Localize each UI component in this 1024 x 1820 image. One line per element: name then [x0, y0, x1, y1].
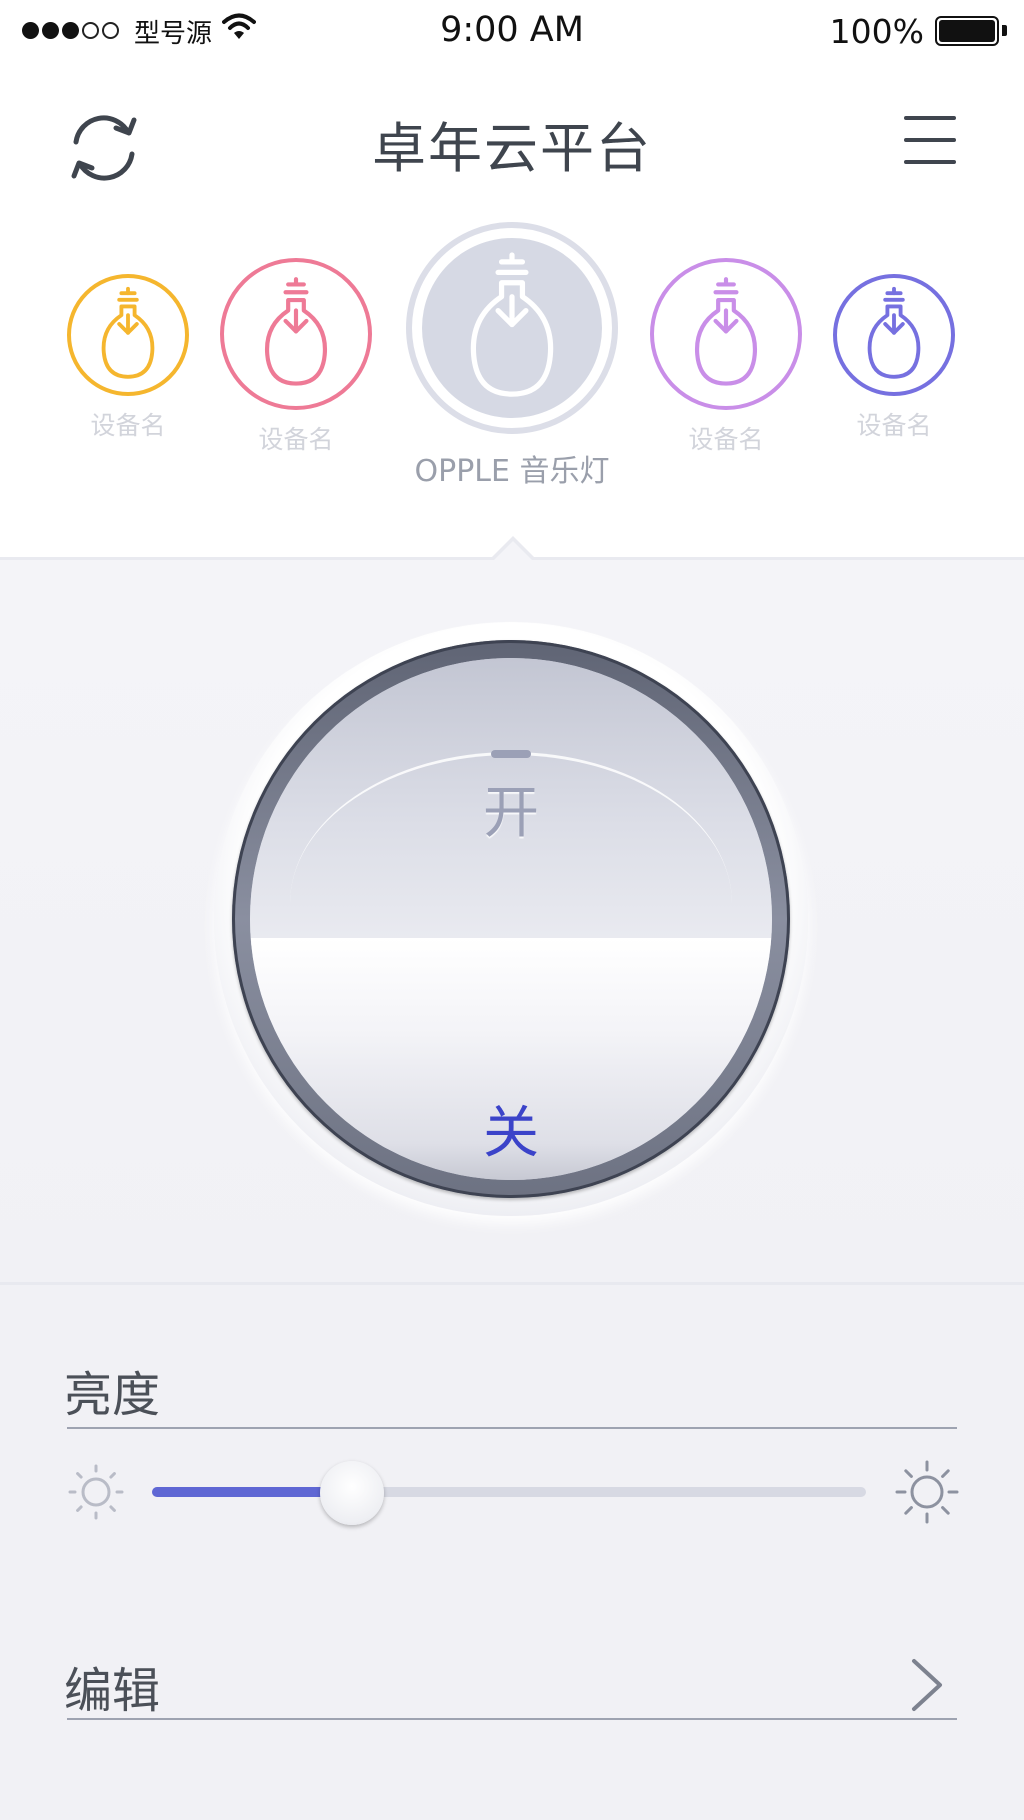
brightness-slider-thumb[interactable] — [319, 1461, 384, 1525]
battery-percentage: 100% — [829, 12, 924, 51]
device-carousel: 设备名 设备名 OPPLE 音乐灯 设备名 设备名 — [0, 212, 1024, 557]
device-ring — [406, 222, 618, 434]
on-indicator — [491, 750, 531, 758]
device-name: 设备名 — [258, 425, 334, 454]
power-on-label: 开 — [483, 781, 539, 846]
power-panel: 开 关 — [0, 557, 1024, 1282]
bulb-icon — [867, 286, 921, 379]
device-name: 设备名 — [90, 411, 166, 440]
chevron-right-icon — [912, 1659, 942, 1711]
device-name: 设备名 — [688, 425, 764, 454]
bulb-icon — [470, 252, 554, 397]
device-ring — [650, 258, 802, 410]
device-name-active: OPPLE 音乐灯 — [414, 454, 610, 489]
status-bar: 型号源 9:00 AM 100% — [0, 0, 1024, 62]
nav-bar: 卓年云平台 — [0, 62, 1024, 212]
power-switch[interactable]: 开 关 — [250, 658, 772, 1180]
bulb-icon — [101, 286, 155, 379]
device-item[interactable]: 设备名 — [67, 274, 189, 442]
bulb-icon — [264, 277, 328, 386]
page-title: 卓年云平台 — [372, 117, 652, 180]
device-item[interactable]: 设备名 — [833, 274, 955, 442]
device-ring — [833, 274, 955, 396]
edit-label: 编辑 — [64, 1663, 161, 1719]
battery-icon — [935, 16, 999, 46]
device-ring — [220, 258, 372, 410]
device-item-active[interactable]: OPPLE 音乐灯 — [406, 222, 618, 490]
divider — [67, 1427, 957, 1429]
brightness-high-icon — [895, 1460, 959, 1524]
edit-row[interactable]: 编辑 — [0, 1615, 1024, 1725]
device-item[interactable]: 设备名 — [650, 258, 802, 456]
device-item[interactable]: 设备名 — [220, 258, 372, 456]
settings-section: 亮度 编辑 — [0, 1282, 1024, 1820]
brightness-slider[interactable] — [152, 1487, 866, 1497]
power-off-label: 关 — [483, 1101, 539, 1166]
divider — [67, 1718, 957, 1720]
device-ring — [67, 274, 189, 396]
brightness-low-icon — [68, 1464, 124, 1520]
brightness-label: 亮度 — [64, 1367, 161, 1423]
menu-icon[interactable] — [904, 114, 960, 166]
bulb-icon — [694, 277, 758, 386]
device-name: 设备名 — [856, 411, 932, 440]
